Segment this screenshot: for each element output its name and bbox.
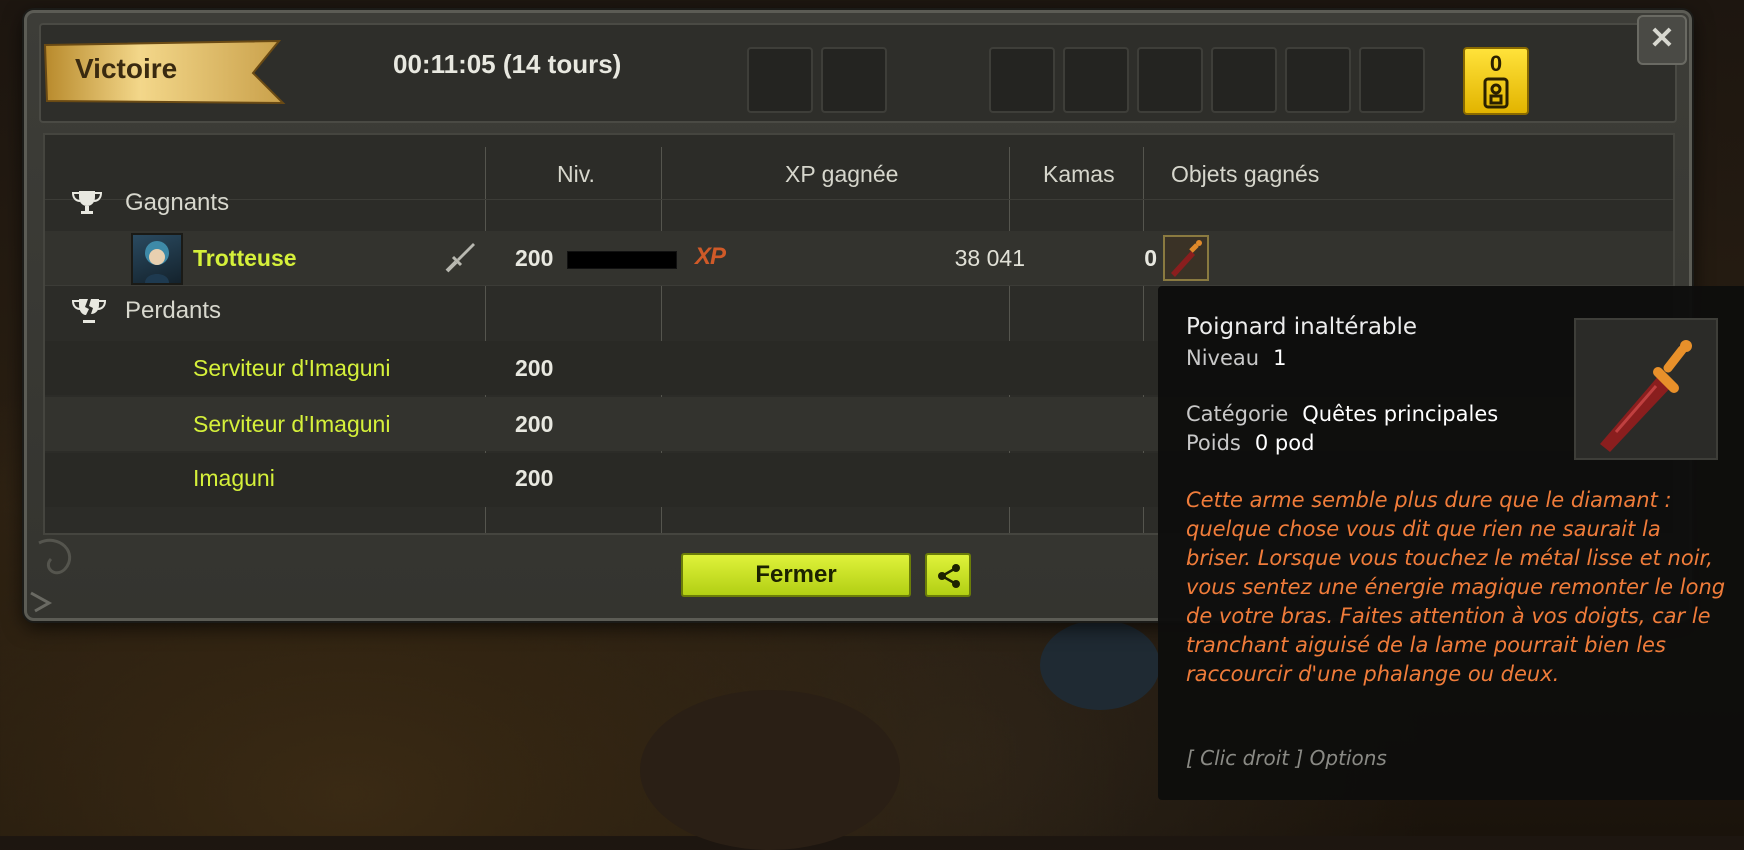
avatar [131,233,183,285]
trophy-icon [71,191,103,214]
background-rock [1040,620,1160,710]
fight-duration: 00:11:05 (14 tours) [393,49,622,79]
reward-slot [1211,47,1277,113]
reward-slot [1359,47,1425,113]
monster-name: Imaguni [193,465,275,491]
item-level-key: Niveau [1186,346,1260,370]
item-description: Cette arme semble plus dure que le diama… [1186,488,1726,686]
victory-label: Victoire [75,53,178,84]
background-rock [640,690,900,850]
kamas-gained: 0 [1144,245,1157,271]
item-tooltip: Poignard inaltérable Niveau 1 Catégorie Qu… [1158,286,1744,800]
loot-item-slot[interactable] [1163,235,1209,281]
monster-name: Serviteur d'Imaguni [193,355,391,381]
item-level-value: 1 [1273,346,1287,370]
reward-slot [747,47,813,113]
share-icon [938,564,960,588]
losers-label: Perdants [125,297,222,324]
chest-button[interactable]: 0 [1463,47,1529,115]
reward-slot [1063,47,1129,113]
table-row[interactable]: Trotteuse 200 XP 38 041 0 [45,231,1673,285]
xp-gained: 38 041 [954,245,1025,271]
item-name: Poignard inaltérable [1186,314,1418,340]
close-results-button[interactable]: Fermer [681,553,911,597]
dagger-icon [1600,340,1692,452]
item-weight-value: 0 pod [1254,431,1315,455]
victory-banner: Victoire [43,37,301,107]
monster-name: Serviteur d'Imaguni [193,411,391,437]
share-button[interactable] [925,553,971,597]
item-weight-line: Poids 0 pod [1186,431,1314,455]
reward-slot [1137,47,1203,113]
xp-progress-bar [567,251,677,269]
reward-slot [1285,47,1351,113]
reward-slot [821,47,887,113]
item-level-line: Niveau 1 [1186,346,1286,370]
broken-trophy-icon [71,299,107,323]
item-category-key: Catégorie [1186,402,1289,426]
reward-slot [989,47,1055,113]
close-button[interactable]: ✕ [1637,15,1687,65]
monster-level: 200 [515,411,554,437]
monster-level: 200 [515,355,554,381]
item-category-value: Quêtes principales [1302,402,1499,426]
xp-badge: XP [695,243,726,270]
tooltip-hint: [ Clic droit ] Options [1186,746,1387,770]
close-icon: ✕ [1649,22,1675,55]
monster-level: 200 [515,465,554,491]
item-image [1574,318,1718,460]
item-category-line: Catégorie Quêtes principales [1186,402,1498,426]
player-level: 200 [515,245,554,271]
dagger-icon [1171,240,1202,277]
winners-label: Gagnants [125,189,230,216]
winners-section-row: Gagnants [45,177,1673,231]
sword-icon [445,243,475,273]
chest-count: 0 [1489,51,1503,76]
corner-ornament [30,538,72,613]
chest-icon [1483,77,1509,109]
item-weight-key: Poids [1186,431,1241,455]
player-name: Trotteuse [193,245,297,271]
